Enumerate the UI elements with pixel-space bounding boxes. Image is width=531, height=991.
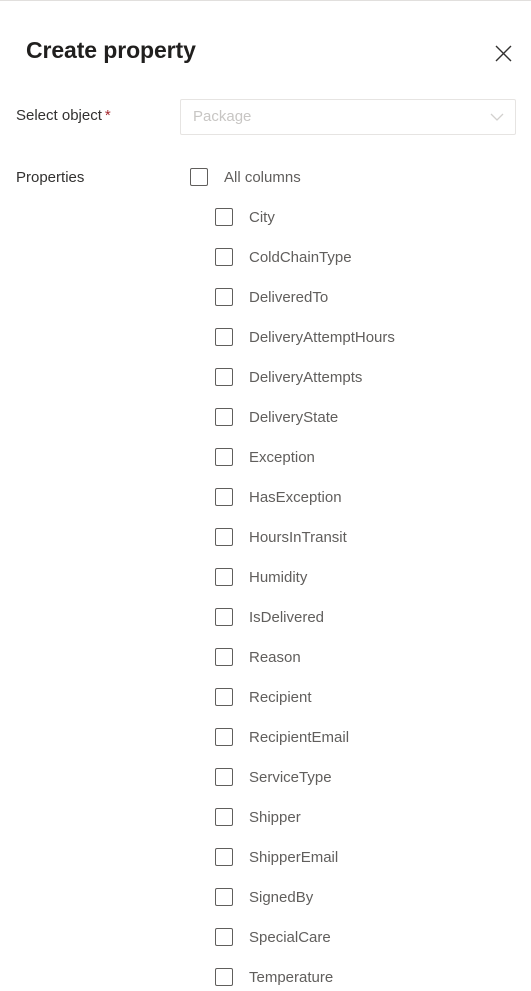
checkbox-row[interactable]: DeliveryAttempts — [0, 368, 531, 408]
checkbox-row[interactable]: DeliveryState — [0, 408, 531, 448]
required-asterisk: * — [104, 107, 111, 124]
page-title: Create property — [26, 37, 196, 63]
checkbox-label: HasException — [249, 489, 342, 506]
checkbox-row[interactable]: DeliveredTo — [0, 288, 531, 328]
checkbox-row[interactable]: Exception — [0, 448, 531, 488]
checkbox-input[interactable] — [215, 208, 233, 226]
checkbox-input[interactable] — [215, 848, 233, 866]
panel-header: Create property — [0, 1, 531, 83]
close-icon — [495, 45, 512, 62]
checkbox-row[interactable]: ColdChainType — [0, 248, 531, 288]
checkbox-input[interactable] — [215, 328, 233, 346]
checkbox-label: IsDelivered — [249, 609, 325, 626]
checkbox-row-all-columns[interactable]: All columns — [0, 168, 531, 208]
checkbox-label: SignedBy — [249, 889, 314, 906]
checkbox-label: Reason — [249, 649, 301, 666]
checkbox-label: ShipperEmail — [249, 849, 339, 866]
checkbox-row[interactable]: Shipper — [0, 808, 531, 848]
checkbox-row[interactable]: City — [0, 208, 531, 248]
checkbox-input[interactable] — [215, 688, 233, 706]
select-object-label: Select object * — [0, 105, 180, 127]
checkbox-label: City — [249, 209, 275, 226]
checkbox-input[interactable] — [215, 528, 233, 546]
checkbox-row[interactable]: SignedBy — [0, 888, 531, 928]
checkbox-row[interactable]: HoursInTransit — [0, 528, 531, 568]
checkbox-label: ServiceType — [249, 769, 332, 786]
checkbox-input[interactable] — [215, 968, 233, 986]
checkbox-label-all-columns: All columns — [224, 169, 301, 186]
checkbox-row[interactable]: Reason — [0, 648, 531, 688]
checkbox-row[interactable]: IsDelivered — [0, 608, 531, 648]
close-button[interactable] — [481, 31, 525, 75]
checkbox-row[interactable]: Temperature — [0, 968, 531, 991]
checkbox-row[interactable]: RecipientEmail — [0, 728, 531, 768]
checkbox-input[interactable] — [215, 608, 233, 626]
checkbox-input[interactable] — [215, 288, 233, 306]
properties-checkbox-list: All columns City ColdChainType DeliveredTo… — [0, 168, 531, 991]
select-object-value: Package — [193, 108, 252, 125]
checkbox-label: RecipientEmail — [249, 729, 350, 746]
checkbox-row[interactable]: ShipperEmail — [0, 848, 531, 888]
checkbox-input[interactable] — [215, 408, 233, 426]
checkbox-row[interactable]: HasException — [0, 488, 531, 528]
checkbox-label: DeliveryAttempts — [249, 369, 363, 386]
checkbox-input[interactable] — [215, 888, 233, 906]
checkbox-input[interactable] — [215, 768, 233, 786]
checkbox-input[interactable] — [215, 568, 233, 586]
checkbox-label: Exception — [249, 449, 315, 466]
checkbox-row[interactable]: Humidity — [0, 568, 531, 608]
checkbox-label: Recipient — [249, 689, 312, 706]
checkbox-row[interactable]: Recipient — [0, 688, 531, 728]
checkbox-row[interactable]: ServiceType — [0, 768, 531, 808]
checkbox-label: DeliveryAttemptHours — [249, 329, 395, 346]
checkbox-input[interactable] — [215, 928, 233, 946]
checkbox-input[interactable] — [215, 368, 233, 386]
checkbox-label: Humidity — [249, 569, 308, 586]
checkbox-label: ColdChainType — [249, 249, 352, 266]
checkbox-input[interactable] — [215, 808, 233, 826]
select-object-label-text: Select object — [16, 107, 102, 124]
checkbox-all-columns[interactable] — [190, 168, 208, 186]
select-object-dropdown[interactable]: Package — [180, 99, 516, 135]
checkbox-label: Temperature — [249, 969, 334, 986]
checkbox-input[interactable] — [215, 648, 233, 666]
chevron-down-icon — [479, 113, 515, 122]
checkbox-input[interactable] — [215, 448, 233, 466]
checkbox-label: SpecialCare — [249, 929, 331, 946]
checkbox-label: HoursInTransit — [249, 529, 347, 546]
checkbox-input[interactable] — [215, 728, 233, 746]
create-property-panel: Create property Select object * Package P… — [0, 0, 531, 991]
checkbox-input[interactable] — [215, 488, 233, 506]
checkbox-row[interactable]: DeliveryAttemptHours — [0, 328, 531, 368]
checkbox-label: DeliveredTo — [249, 289, 329, 306]
checkbox-row[interactable]: SpecialCare — [0, 928, 531, 968]
checkbox-label: Shipper — [249, 809, 301, 826]
checkbox-input[interactable] — [215, 248, 233, 266]
checkbox-label: DeliveryState — [249, 409, 339, 426]
